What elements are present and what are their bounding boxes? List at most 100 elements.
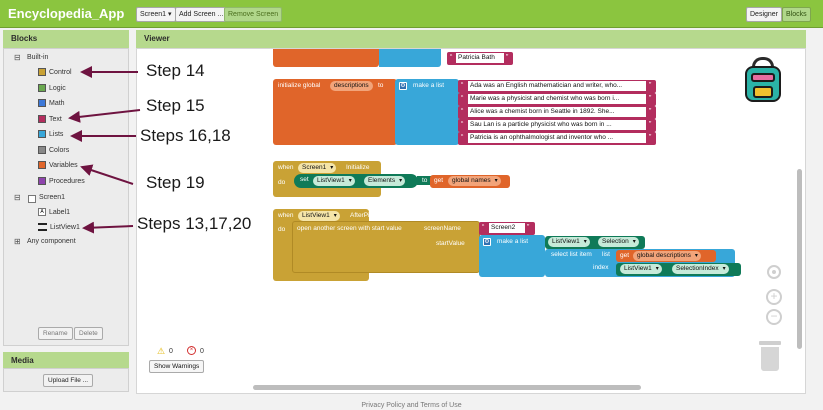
global-descriptions-dropdown[interactable]: global descriptions [633,251,701,261]
screen2-string-block[interactable]: “ Screen2 ” [479,222,535,235]
category-variables[interactable]: Variables [49,162,78,169]
description-string-block[interactable]: “Ada was an English mathematician and wr… [458,80,656,93]
designer-button[interactable]: Designer [746,7,783,22]
delete-button[interactable]: Delete [74,327,103,340]
global-names-dropdown[interactable]: global names [448,176,501,186]
listview-icon [38,223,47,231]
top-bar: Encyclopedia_App Screen1 ▾ Add Screen ..… [0,0,823,28]
description-text: Ada was an English mathematician and wri… [468,81,646,91]
step-19-annotation: Step 19 [146,173,205,192]
description-string-block[interactable]: “Marie was a physicist and chemist who w… [458,93,656,106]
label-icon: A [38,208,46,216]
show-warnings-button[interactable]: Show Warnings [149,360,205,373]
add-screen-button[interactable]: Add Screen ... [175,7,228,22]
category-lists[interactable]: Lists [49,131,63,138]
backpack-icon[interactable] [743,57,783,103]
open-screen-label: open another screen with start value [297,225,402,232]
collapse-screen-icon[interactable]: ⊟ [14,193,21,202]
screen2-text: Screen2 [489,223,525,233]
category-swatch-icon [38,114,46,123]
category-math[interactable]: Math [49,100,65,107]
listview1-event-dropdown[interactable]: ListView1 [298,211,340,221]
upload-file-button[interactable]: Upload File ... [43,374,94,387]
zoom-out-icon[interactable]: − [766,309,782,325]
blocks-panel-header: Blocks [3,30,129,48]
index-label: index [593,264,609,271]
trash-icon[interactable] [759,341,781,371]
category-swatch-icon [38,99,46,107]
select-list-item-label: select list item [551,251,592,258]
descriptions-name-field[interactable]: descriptions [330,81,373,91]
category-swatch-icon [38,68,46,76]
afterpicking-label: AfterPicking [350,212,385,219]
category-swatch-icon [38,130,46,138]
errors-count: 0 [200,348,204,355]
screen1-component-dropdown[interactable]: Screen1 [298,163,337,173]
expand-any-component-icon[interactable]: ⊞ [14,237,21,246]
screen1-item[interactable]: Screen1 [39,194,65,201]
description-string-block[interactable]: “Sau Lan is a particle physicist who was… [458,119,656,132]
make-list-label-2: make a list [497,238,529,245]
rename-button[interactable]: Rename [38,327,73,340]
get-label: get [434,177,444,184]
make-a-list-block[interactable]: ⚙ make a list [395,79,459,145]
category-logic[interactable]: Logic [49,85,66,92]
category-swatch-icon [38,176,46,185]
footer-link[interactable]: Privacy Policy and Terms of Use [0,402,823,409]
when-label: when [278,164,294,171]
listview1-selection-getter[interactable]: ListView1 Selection [545,236,645,249]
list-label: list [602,251,610,258]
builtin-label[interactable]: Built-in [27,54,48,61]
listview1-item[interactable]: ListView1 [50,224,80,231]
category-text[interactable]: Text [49,116,62,123]
set-listview-elements-block[interactable]: set ListView1 Elements [294,174,418,188]
blocks-panel: ⊟ Built-in Control Logic Math Text Lists Colo… [3,48,129,346]
screen-select[interactable]: Screen1 ▾ [136,7,176,22]
do-label-2: do [278,226,286,233]
initialize-global-block[interactable]: initialize global descriptions to [273,79,397,145]
screen-name-label: screenName [424,225,461,232]
set-label: set [300,176,309,183]
any-component-item[interactable]: Any component [27,238,76,245]
do-label: do [278,179,286,186]
recenter-icon[interactable] [767,265,781,279]
gear-icon-2[interactable]: ⚙ [483,238,491,246]
step-15-annotation: Step 15 [146,96,205,115]
make-a-list-block-2[interactable]: ⚙ make a list [479,235,545,277]
get-global-names-block[interactable]: get global names [430,175,510,188]
selection-property-dropdown[interactable]: Selection [598,237,639,247]
warning-icon: ⚠ [157,346,166,356]
remove-screen-button[interactable]: Remove Screen [224,7,283,22]
partial-variable-block[interactable] [273,49,379,67]
initialize-label: Initialize [346,164,370,171]
partial-list-block[interactable] [379,49,441,67]
category-swatch-icon [38,83,46,92]
label1-item[interactable]: Label1 [49,209,70,216]
description-string-block[interactable]: “Patricia is an ophthalmologist and inve… [458,132,656,145]
gear-icon[interactable]: ⚙ [399,82,407,90]
zoom-in-icon[interactable]: + [766,289,782,305]
listview1-index-dropdown[interactable]: ListView1 [620,264,662,274]
app-window: Encyclopedia_App Screen1 ▾ Add Screen ..… [0,0,823,410]
description-string-block[interactable]: “Alice was a chemist born in Seattle in … [458,106,656,119]
get-global-descriptions-block[interactable]: get global descriptions [616,250,716,262]
description-text: Marie was a physicist and chemist who wa… [468,94,646,104]
description-text: Sau Lan is a particle physicist who was … [468,120,646,130]
open-another-screen-block[interactable]: open another screen with start value scr… [292,221,480,273]
vertical-scrollbar[interactable] [797,169,802,349]
category-control[interactable]: Control [49,69,72,76]
category-procedures[interactable]: Procedures [49,178,85,185]
horizontal-scrollbar[interactable] [253,385,641,390]
patricia-bath-string-block[interactable]: “ Patricia Bath ” [447,52,513,65]
listview1-selectionindex-getter[interactable]: ListView1 SelectionIndex [616,263,741,276]
elements-property-dropdown[interactable]: Elements [364,176,406,186]
selectionindex-property-dropdown[interactable]: SelectionIndex [672,264,729,274]
blocks-button[interactable]: Blocks [782,7,811,22]
listview1-getter-dropdown[interactable]: ListView1 [548,237,590,247]
get-label-2: get [620,252,630,259]
step-14-annotation: Step 14 [146,61,205,80]
category-colors[interactable]: Colors [49,147,69,154]
description-text: Patricia is an ophthalmologist and inven… [468,133,646,143]
listview1-dropdown[interactable]: ListView1 [313,176,355,186]
collapse-builtin-icon[interactable]: ⊟ [14,53,21,62]
